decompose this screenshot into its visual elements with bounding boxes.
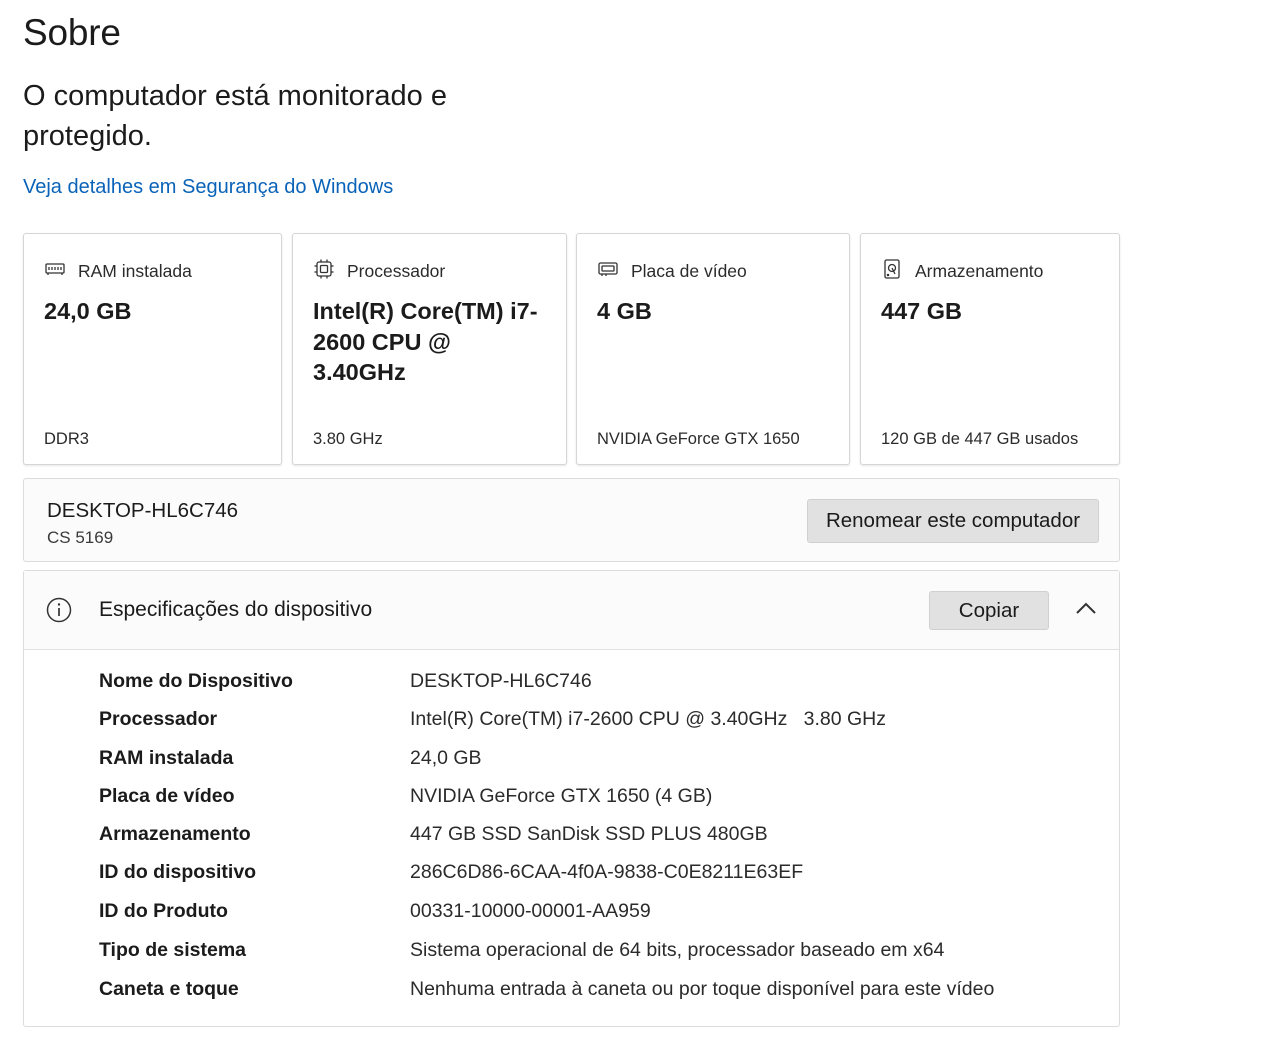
spec-label: Processador (99, 708, 218, 730)
ram-icon (44, 258, 66, 285)
spec-label: RAM instalada (99, 747, 234, 769)
gpu-icon (597, 258, 619, 285)
spec-row: Tipo de sistema Sistema operacional de 6… (24, 939, 1119, 977)
spec-value: 24,0 GB (410, 747, 482, 769)
security-status-text: O computador está monitorado e protegido… (23, 80, 447, 152)
processor-card: Processador Intel(R) Core(TM) i7-2600 CP… (292, 233, 567, 465)
card-value: 447 GB (881, 298, 962, 324)
spec-value: Intel(R) Core(TM) i7-2600 CPU @ 3.40GHz … (410, 708, 887, 730)
spec-label: ID do dispositivo (99, 861, 257, 883)
ram-card: RAM instalada 24,0 GB DDR3 (23, 233, 282, 465)
card-value: Intel(R) Core(TM) i7-2600 CPU @ 3.40GHz (313, 298, 538, 385)
info-icon (46, 597, 72, 623)
card-label: RAM instalada (78, 261, 192, 281)
spec-row: Placa de vídeo NVIDIA GeForce GTX 1650 (… (24, 785, 1119, 823)
specs-title: Especificações do dispositivo (99, 598, 373, 621)
spec-row: ID do Produto 00331-10000-00001-AA959 (24, 900, 1119, 938)
spec-label: Caneta e toque (99, 978, 239, 1000)
rename-computer-button[interactable]: Renomear este computador (807, 499, 1099, 543)
card-label: Processador (347, 261, 446, 281)
spec-row: RAM instalada 24,0 GB (24, 747, 1119, 785)
spec-label: Tipo de sistema (99, 939, 247, 961)
spec-row: Processador Intel(R) Core(TM) i7-2600 CP… (24, 708, 1119, 746)
windows-security-link[interactable]: Veja detalhes em Segurança do Windows (23, 176, 393, 199)
device-specs-header[interactable]: Especificações do dispositivo Copiar (24, 571, 1119, 650)
spec-value: 00331-10000-00001-AA959 (410, 900, 651, 922)
chevron-up-icon[interactable] (1075, 600, 1097, 616)
spec-value: Nenhuma entrada à caneta ou por toque di… (410, 978, 995, 1000)
card-label: Armazenamento (915, 261, 1044, 281)
cpu-icon (313, 258, 335, 285)
card-detail: DDR3 (44, 430, 89, 448)
spec-label: ID do Produto (99, 900, 228, 922)
spec-value: 286C6D86-6CAA-4f0A-9838-C0E8211E63EF (410, 861, 804, 883)
card-detail: 3.80 GHz (313, 430, 383, 448)
storage-card: Armazenamento 447 GB 120 GB de 447 GB us… (860, 233, 1120, 465)
card-detail: NVIDIA GeForce GTX 1650 (597, 430, 800, 448)
device-name: DESKTOP-HL6C746 (47, 499, 239, 522)
device-name-panel: DESKTOP-HL6C746 CS 5169 Renomear este co… (23, 478, 1120, 562)
spec-value: Sistema operacional de 64 bits, processa… (410, 939, 945, 961)
spec-label: Nome do Dispositivo (99, 670, 293, 692)
spec-label: Armazenamento (99, 823, 251, 845)
card-detail: 120 GB de 447 GB usados (881, 430, 1079, 448)
spec-label: Placa de vídeo (99, 785, 235, 807)
spec-value: DESKTOP-HL6C746 (410, 670, 592, 692)
gpu-card: Placa de vídeo 4 GB NVIDIA GeForce GTX 1… (576, 233, 850, 465)
spec-value: 447 GB SSD SanDisk SSD PLUS 480GB (410, 823, 768, 845)
spec-value: NVIDIA GeForce GTX 1650 (4 GB) (410, 785, 713, 807)
device-model: CS 5169 (47, 528, 114, 547)
card-value: 24,0 GB (44, 298, 132, 324)
storage-icon (881, 258, 903, 285)
spec-row: Caneta e toque Nenhuma entrada à caneta … (24, 978, 1119, 1016)
copy-button[interactable]: Copiar (929, 591, 1049, 630)
spec-row: Armazenamento 447 GB SSD SanDisk SSD PLU… (24, 823, 1119, 861)
device-specs-panel: Especificações do dispositivo Copiar Nom… (23, 570, 1120, 1027)
spec-row: Nome do Dispositivo DESKTOP-HL6C746 (24, 670, 1119, 708)
card-label: Placa de vídeo (631, 261, 747, 281)
page-title: Sobre (23, 12, 121, 53)
spec-row: ID do dispositivo 286C6D86-6CAA-4f0A-983… (24, 861, 1119, 899)
card-value: 4 GB (597, 298, 652, 324)
